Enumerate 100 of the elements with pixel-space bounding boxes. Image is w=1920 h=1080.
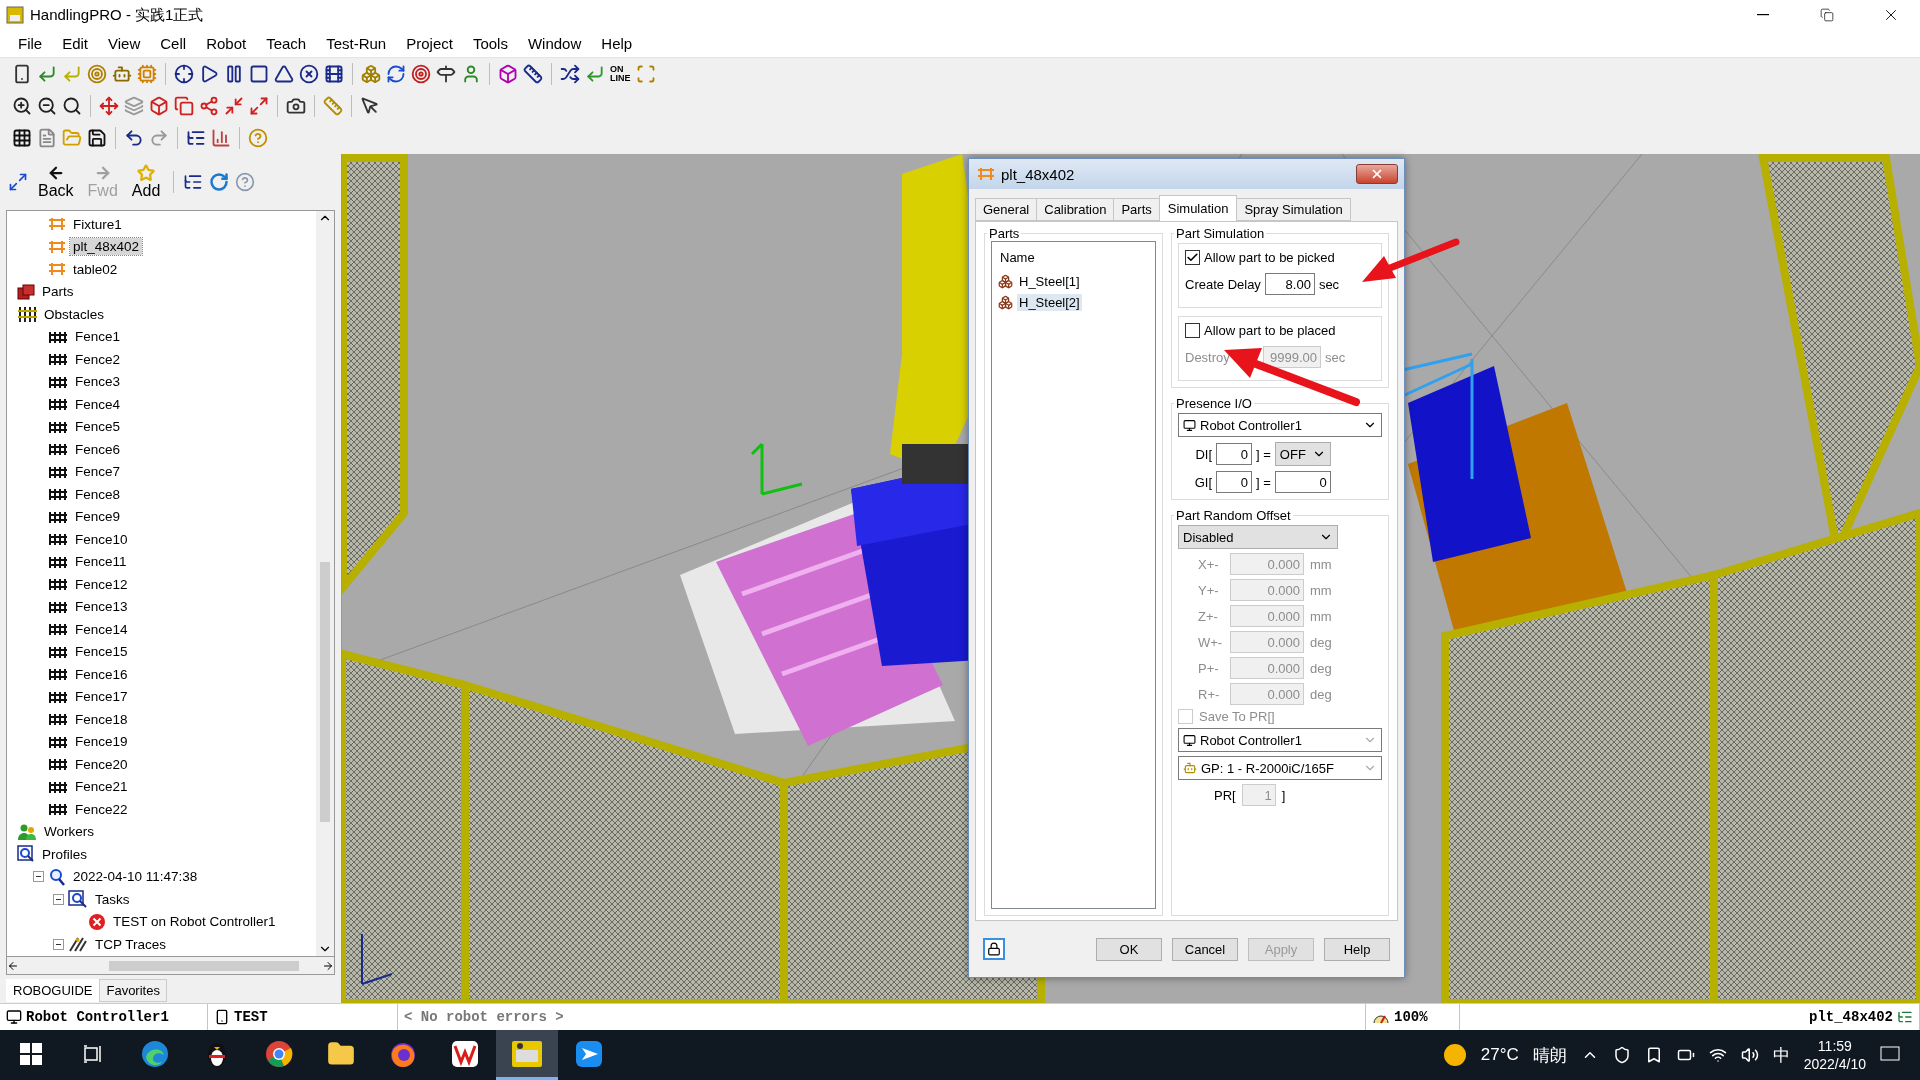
nav-button[interactable]: Add: [127, 164, 165, 200]
fence-icon: [48, 420, 68, 433]
arrow-icon[interactable]: [585, 64, 605, 84]
pause-icon[interactable]: [224, 64, 244, 84]
menu-item[interactable]: Cell: [150, 32, 197, 55]
scroll-left-icon[interactable]: [7, 959, 19, 972]
tab[interactable]: General: [975, 198, 1038, 221]
controller-icon: [1183, 418, 1196, 432]
stop-icon[interactable]: [249, 64, 269, 84]
lock-button[interactable]: [983, 938, 1005, 960]
fence-icon: [48, 398, 68, 411]
tab[interactable]: Calibration: [1036, 198, 1115, 221]
window-title: HandlingPRO - 实践1正式: [30, 5, 205, 25]
expander-icon[interactable]: [33, 871, 44, 883]
move-icon[interactable]: [99, 96, 119, 116]
scroll-right-icon[interactable]: [322, 959, 334, 972]
tab[interactable]: Spray Simulation: [1236, 198, 1351, 221]
office-icon: [451, 1039, 479, 1068]
scrollbar[interactable]: [6, 957, 335, 975]
field-label: Y+-: [1198, 582, 1220, 598]
group-title: Presence I/O: [1175, 396, 1253, 411]
document-icon[interactable]: [37, 128, 57, 148]
camera-icon[interactable]: [286, 96, 306, 116]
zoom-out-icon[interactable]: [37, 96, 57, 116]
panel-toggle-icon[interactable]: [8, 172, 28, 192]
scrollbar-thumb[interactable]: [109, 960, 299, 971]
online-button[interactable]: ON LINE: [610, 65, 631, 83]
panel-tab[interactable]: Favorites: [99, 979, 167, 1002]
refresh-icon[interactable]: [386, 64, 406, 84]
menu-item[interactable]: Edit: [52, 32, 99, 55]
scrollbar-thumb[interactable]: [320, 562, 330, 822]
people-icon: [17, 822, 37, 841]
taskbar-button[interactable]: [496, 1030, 558, 1080]
nav-button[interactable]: Back: [34, 164, 78, 200]
index-field[interactable]: 0: [1216, 443, 1252, 465]
ruler-icon[interactable]: [523, 64, 543, 84]
film-icon[interactable]: [324, 64, 344, 84]
shield-icon[interactable]: [1612, 1046, 1631, 1064]
play-icon[interactable]: [199, 64, 219, 84]
sign-icon[interactable]: [436, 64, 456, 84]
grid-icon[interactable]: [12, 128, 32, 148]
bar-chart-icon[interactable]: [211, 128, 231, 148]
teach-pendant-icon[interactable]: [12, 64, 32, 84]
fence-icon: [48, 780, 68, 793]
menu-item[interactable]: Project: [396, 32, 463, 55]
table-icon: [48, 217, 66, 232]
tree-item[interactable]: plt_48x402: [70, 238, 143, 256]
mouse-icon[interactable]: [360, 96, 380, 116]
menu-item[interactable]: Window: [517, 32, 592, 55]
menu-item[interactable]: File: [8, 32, 53, 55]
target-icon[interactable]: [87, 64, 107, 84]
menu-item[interactable]: Help: [591, 32, 643, 55]
menu-item[interactable]: Robot: [196, 32, 257, 55]
expander-icon[interactable]: [53, 938, 64, 950]
tab[interactable]: Simulation: [1158, 195, 1238, 221]
zoom-in-icon[interactable]: [12, 96, 32, 116]
tree-view-icon[interactable]: [183, 172, 204, 192]
undo-icon[interactable]: [124, 128, 144, 148]
field-label: Create Delay: [1185, 276, 1261, 292]
volume-icon[interactable]: [1740, 1046, 1759, 1064]
status-text: < No robot errors >: [404, 1009, 564, 1025]
menu-item[interactable]: Teach: [256, 32, 317, 55]
arrow-icon[interactable]: [37, 64, 57, 84]
group-title: Parts: [988, 226, 1021, 241]
refresh-icon[interactable]: [209, 172, 230, 192]
wifi-icon[interactable]: [1708, 1046, 1727, 1064]
table-icon: [48, 262, 66, 277]
dialog-button[interactable]: Cancel: [1172, 937, 1238, 961]
person-icon[interactable]: [461, 64, 481, 84]
checkbox[interactable]: [1185, 323, 1200, 338]
tab[interactable]: Parts: [1113, 198, 1160, 221]
list-item[interactable]: H_Steel[1]: [1017, 273, 1082, 290]
close-button[interactable]: [1356, 164, 1398, 184]
value-dropdown[interactable]: OFF: [1274, 442, 1331, 466]
input-method[interactable]: 中: [1772, 1043, 1790, 1067]
panel-tab[interactable]: ROBOGUIDE: [6, 979, 100, 1002]
menu-item[interactable]: Tools: [462, 32, 518, 55]
dialog-button[interactable]: OK: [1096, 937, 1162, 961]
tree-view-icon[interactable]: [186, 128, 206, 148]
teach-pendant-icon: [214, 1009, 230, 1025]
shuffle-icon[interactable]: [560, 64, 580, 84]
dialog-button[interactable]: Help: [1324, 937, 1390, 961]
menu-item[interactable]: Test-Run: [316, 32, 397, 55]
controller-dropdown[interactable]: Robot Controller1: [1178, 413, 1382, 437]
index-field[interactable]: 0: [1216, 471, 1252, 493]
expander-icon[interactable]: [53, 893, 64, 905]
scrollbar[interactable]: [316, 211, 334, 956]
value-field[interactable]: 0: [1274, 471, 1331, 493]
app-icon: [6, 6, 24, 24]
help-icon[interactable]: [248, 128, 268, 148]
notification-icon[interactable]: [1880, 1046, 1900, 1064]
clock[interactable]: 11:59 2022/4/10: [1803, 1037, 1866, 1073]
cancel-icon[interactable]: [299, 64, 319, 84]
checkbox[interactable]: [1185, 250, 1200, 265]
list-item[interactable]: H_Steel[2]: [1017, 294, 1082, 311]
save-icon[interactable]: [87, 128, 107, 148]
delay-field[interactable]: 8.00: [1264, 273, 1315, 295]
target-icon[interactable]: [411, 64, 431, 84]
zoom-window-icon[interactable]: [62, 96, 82, 116]
menu-item[interactable]: View: [98, 32, 151, 55]
